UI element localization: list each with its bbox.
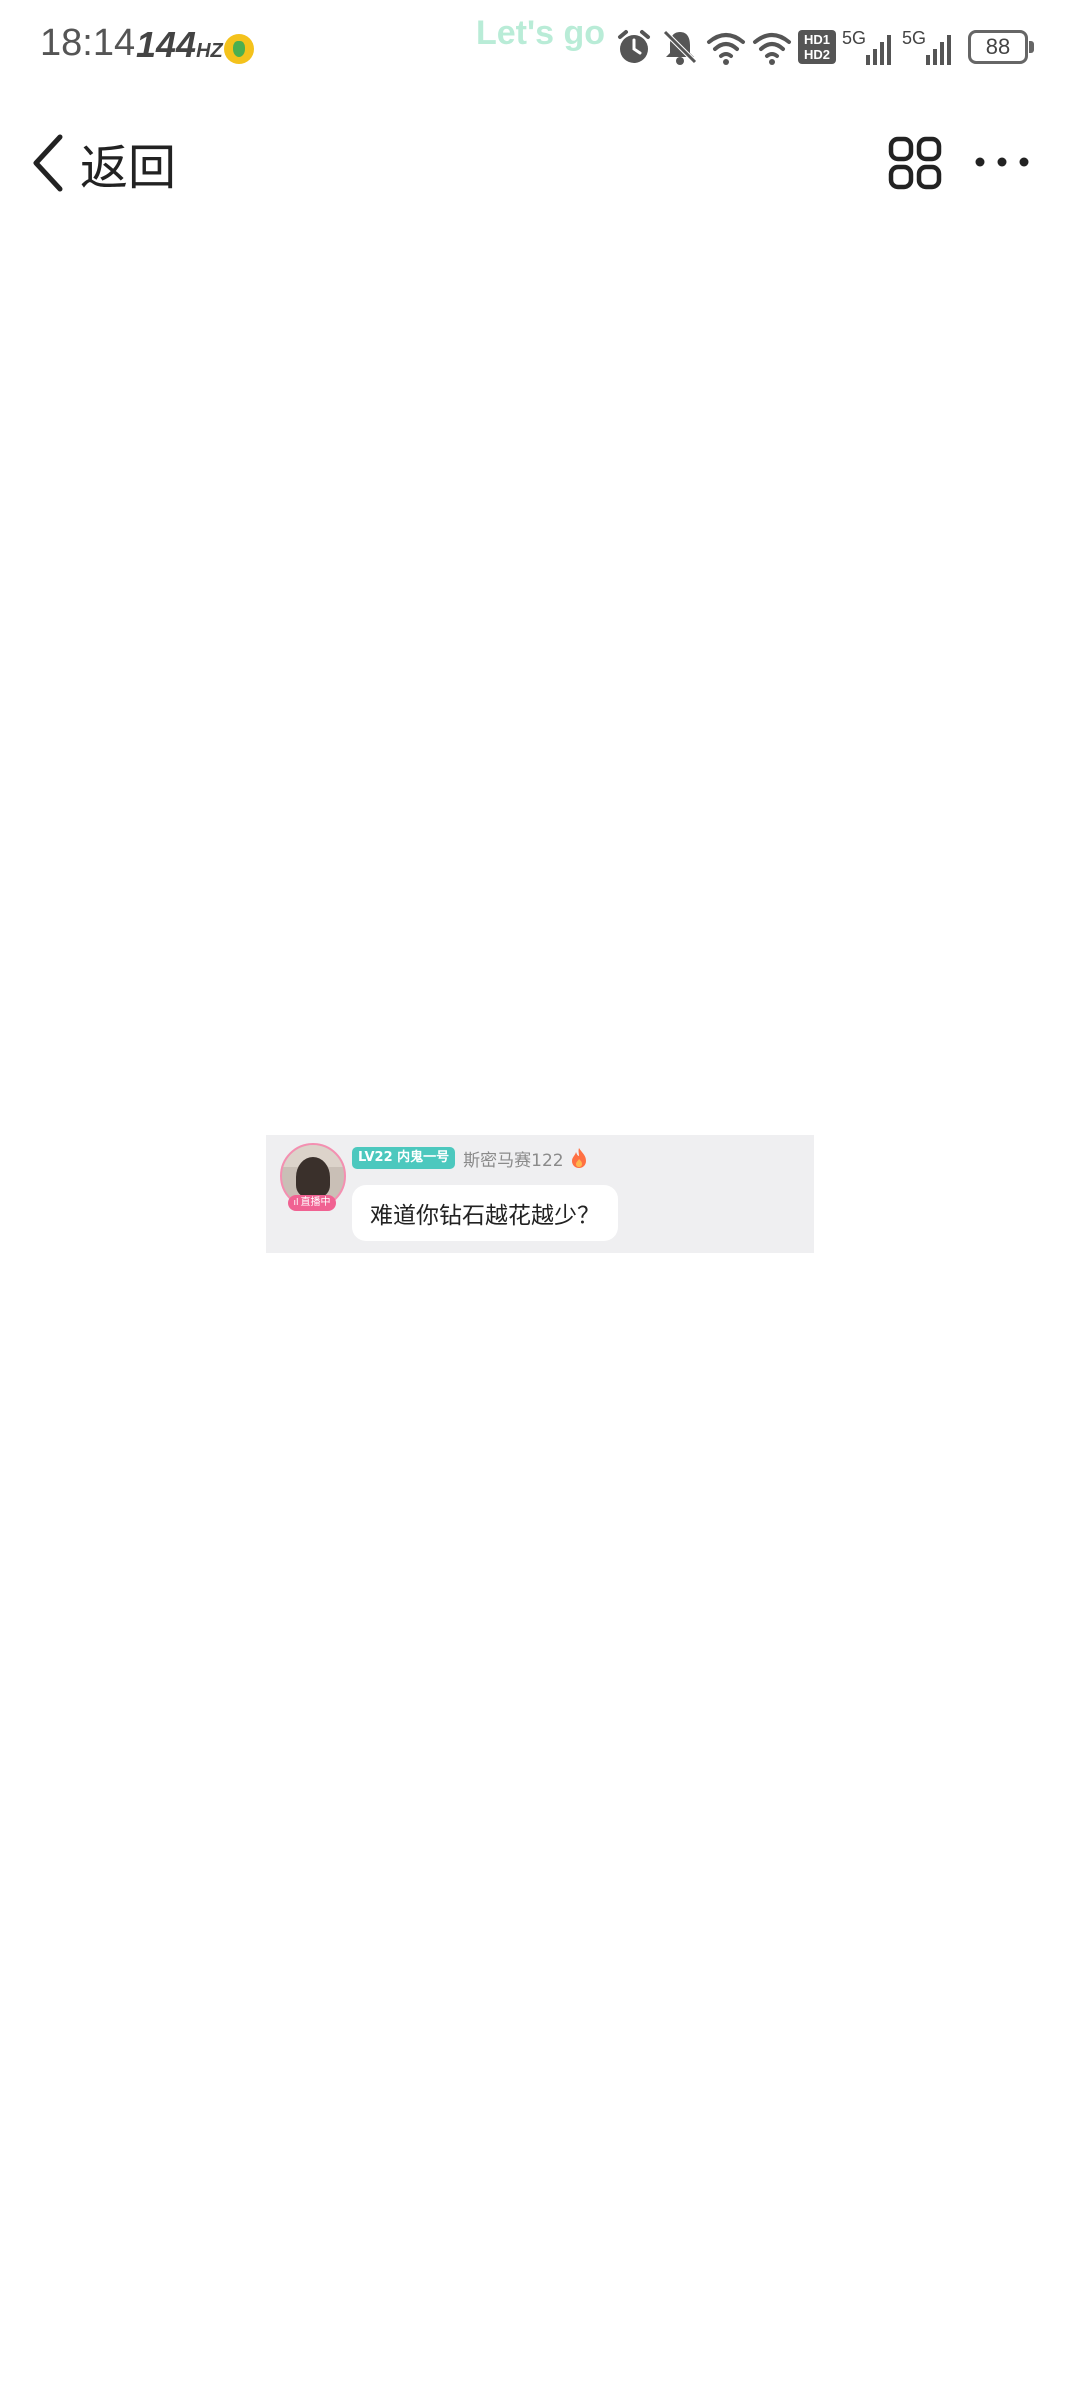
refresh-rate-value: 144 (136, 24, 197, 65)
live-label: 直播中 (300, 1197, 331, 1208)
status-bar: 18:14 144HZ Let's go HD1 HD2 5G 5G 88 (0, 0, 1080, 100)
battery-icon: 88 (968, 30, 1035, 64)
live-status-badge: ıl 直播中 (288, 1195, 336, 1211)
live-bars-icon: ıl (293, 1198, 299, 1208)
wifi-icon (753, 33, 791, 65)
mute-bell-icon (663, 30, 697, 65)
cellular-2: 5G (902, 28, 956, 65)
level-badge: LV22 内鬼一号 (352, 1147, 456, 1169)
user-avatar[interactable]: ıl 直播中 (280, 1143, 346, 1211)
hd-line-1: HD1 (803, 32, 830, 47)
more-button[interactable] (974, 140, 1030, 184)
signal-icon (866, 35, 892, 65)
nav-bar: 返回 (0, 110, 1080, 210)
status-time: 18:14 (40, 22, 136, 64)
hd-line-2: HD2 (803, 47, 830, 62)
battery-level: 88 (985, 34, 1011, 59)
message-bubble[interactable]: 难道你钻石越花越少？ (352, 1185, 618, 1241)
network-type-label: 5G (902, 28, 927, 48)
more-icon (975, 157, 1029, 167)
back-button[interactable]: 返回 (30, 128, 176, 198)
avatar-figure (296, 1157, 330, 1197)
back-label: 返回 (80, 140, 177, 196)
app-notification-icon (224, 34, 254, 64)
chat-message-card: ıl 直播中 LV22 内鬼一号 斯密马赛122 难道你钻石越花越少？ (266, 1135, 814, 1253)
refresh-rate: 144HZ (136, 24, 223, 66)
back-arrow-icon (33, 134, 63, 192)
network-type-label: 5G (842, 28, 867, 48)
alarm-icon (618, 30, 650, 63)
status-icons: HD1 HD2 5G 5G 88 (614, 24, 1035, 70)
grid-icon (888, 136, 942, 190)
flame-icon (571, 1148, 586, 1168)
grid-button[interactable] (888, 136, 942, 190)
username[interactable]: 斯密马赛122 (463, 1146, 563, 1171)
wifi-icon (707, 33, 745, 65)
hd-icon: HD1 HD2 (798, 30, 836, 64)
cellular-1: 5G (842, 28, 896, 65)
status-ticker: Let's go (476, 14, 605, 52)
refresh-rate-unit: HZ (196, 40, 223, 62)
message-header: LV22 内鬼一号 斯密马赛122 (352, 1145, 588, 1171)
signal-icon (926, 35, 952, 65)
